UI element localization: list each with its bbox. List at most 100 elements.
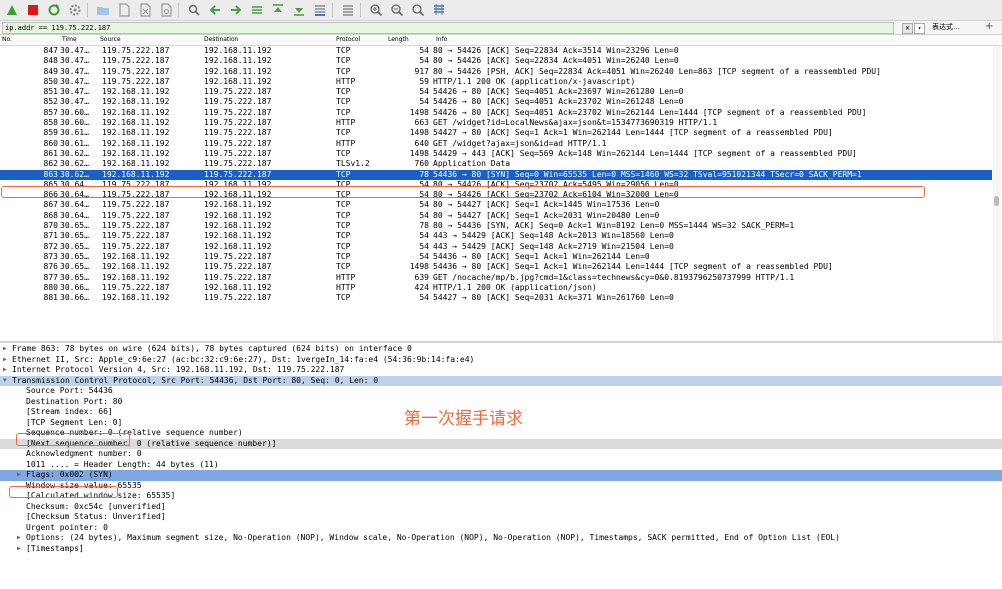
packet-list-scrollbar[interactable] — [993, 46, 1001, 341]
go-back-arrow-icon[interactable] — [206, 2, 224, 18]
packet-row[interactable]: 881 30.66… 192.168.11.192 119.75.222.187 TCP… — [0, 293, 992, 303]
detail-tree-item[interactable]: ▶ Options: (24 bytes), Maximum segment si… — [0, 533, 1002, 544]
go-last-icon[interactable] — [290, 2, 308, 18]
detail-tree-item[interactable]: [Calculated window size: 65535] — [0, 491, 1002, 502]
packet-cell-no: 872 — [43, 241, 58, 251]
packet-row[interactable]: 857 30.60… 192.168.11.192 119.75.222.187 TCP… — [0, 108, 992, 118]
packet-row[interactable]: 849 30.47… 119.75.222.187 192.168.11.192 TCP… — [0, 67, 992, 77]
packet-row[interactable]: 861 30.62… 192.168.11.192 119.75.222.187 TCP… — [0, 149, 992, 159]
scrollbar-thumb[interactable] — [994, 196, 999, 206]
detail-tree-item[interactable]: [Next sequence number: 0 (relative seque… — [0, 438, 1002, 449]
close-file-icon[interactable] — [136, 2, 154, 18]
packet-row[interactable]: 859 30.61… 192.168.11.192 119.75.222.187 TCP… — [0, 128, 992, 138]
expand-triangle-icon[interactable]: ▶ — [3, 344, 7, 355]
packet-row[interactable]: 880 30.66… 119.75.222.187 192.168.11.192 HTT… — [0, 283, 992, 293]
packet-row[interactable]: 876 30.65… 192.168.11.192 119.75.222.187 TCP… — [0, 262, 992, 272]
expression-button[interactable]: 表达式… — [932, 22, 960, 33]
detail-tree-item[interactable]: ▶ [Timestamps] — [0, 544, 1002, 555]
find-magnifier-icon[interactable] — [185, 2, 203, 18]
clear-filter-icon[interactable]: ✕ — [902, 23, 913, 34]
packet-row[interactable]: 877 30.65… 192.168.11.192 119.75.222.187 HTT… — [0, 273, 992, 283]
detail-tree-item[interactable]: Urgent pointer: 0 — [0, 523, 1002, 534]
packet-cell-info: 54436 → 80 [ACK] Seq=1 Ack=1 Win=262144 … — [433, 251, 650, 261]
zoom-out-icon[interactable] — [388, 2, 406, 18]
column-header-source[interactable]: Source — [100, 35, 121, 45]
packet-cell-src: 119.75.222.187 — [102, 221, 170, 231]
detail-tree-item-label: [TCP Segment Len: 0] — [26, 417, 123, 427]
packet-cell-len: 1498 — [409, 148, 429, 158]
packet-row[interactable]: 871 30.65… 119.75.222.187 192.168.11.192 TCP… — [0, 231, 992, 241]
packet-cell-time: 30.64… — [60, 190, 89, 200]
packet-cell-len: 54 — [419, 179, 429, 189]
save-file-icon[interactable] — [115, 2, 133, 18]
expand-triangle-icon[interactable]: ▶ — [17, 533, 21, 544]
shark-fin-start-icon[interactable] — [3, 2, 21, 18]
packet-row[interactable]: 867 30.64… 119.75.222.187 192.168.11.192 TCP… — [0, 200, 992, 210]
reload-icon[interactable] — [157, 2, 175, 18]
toolbar-separator — [332, 3, 333, 17]
packet-row[interactable]: 847 30.47… 119.75.222.187 192.168.11.192 TCP… — [0, 46, 992, 56]
packet-row[interactable]: 866 30.64… 119.75.222.187 192.168.11.192 TCP… — [0, 190, 992, 200]
column-header-protocol[interactable]: Protocol — [336, 35, 360, 45]
expand-triangle-icon[interactable]: ▶ — [17, 470, 21, 481]
zoom-reset-icon[interactable] — [409, 2, 427, 18]
packet-cell-time: 30.66… — [60, 293, 89, 303]
detail-tree-item[interactable]: ▼ Transmission Control Protocol, Src Port… — [0, 375, 1002, 387]
collapse-triangle-icon[interactable]: ▼ — [3, 376, 7, 387]
packet-row[interactable]: 873 30.65… 192.168.11.192 119.75.222.187 TCP… — [0, 252, 992, 262]
packet-cell-len: 54 — [419, 46, 429, 55]
zoom-in-icon[interactable] — [367, 2, 385, 18]
detail-tree-item[interactable]: ▶ Frame 863: 78 bytes on wire (624 bits),… — [0, 344, 1002, 355]
column-header-no[interactable]: No. — [2, 35, 12, 45]
packet-row[interactable]: 852 30.47… 192.168.11.192 119.75.222.187 TCP… — [0, 97, 992, 107]
detail-tree-item[interactable]: ▶ Ethernet II, Src: Apple_c9:6e:27 (ac:bc… — [0, 355, 1002, 366]
packet-row[interactable]: 850 30.47… 119.75.222.187 192.168.11.192 HTT… — [0, 77, 992, 87]
packet-row-selected[interactable]: 863 30.62… 192.168.11.192 119.75.222.187 TCP… — [0, 169, 992, 180]
packet-row[interactable]: 870 30.65… 119.75.222.187 192.168.11.192 TCP… — [0, 221, 992, 231]
packet-cell-proto: TCP — [336, 46, 351, 55]
expand-triangle-icon[interactable]: ▶ — [17, 544, 21, 555]
expand-triangle-icon[interactable]: ▶ — [3, 355, 7, 366]
packet-row[interactable]: 868 30.64… 119.75.222.187 192.168.11.192 TCP… — [0, 211, 992, 221]
detail-tree-item[interactable]: Source Port: 54436 — [0, 386, 1002, 397]
packet-cell-dst: 192.168.11.192 — [204, 241, 272, 251]
detail-tree-item[interactable]: Window size value: 65535 — [0, 481, 1002, 492]
column-header-time[interactable]: Time — [62, 35, 77, 45]
packet-row[interactable]: 862 30.62… 192.168.11.192 119.75.222.187 TLS… — [0, 159, 992, 169]
packet-row[interactable]: 872 30.65… 119.75.222.187 192.168.11.192 TCP… — [0, 242, 992, 252]
autoscroll-icon[interactable] — [311, 2, 329, 18]
display-filter-input[interactable]: ip.addr == 119.75.222.187 — [2, 22, 894, 34]
packet-cell-info: 80 → 54426 [ACK] Seq=22834 Ack=4051 Win=… — [433, 56, 679, 66]
go-to-packet-icon[interactable] — [248, 2, 266, 18]
packet-row[interactable]: 851 30.47… 192.168.11.192 119.75.222.187 TCP… — [0, 87, 992, 97]
go-forward-arrow-icon[interactable] — [227, 2, 245, 18]
filter-history-dropdown-icon[interactable]: ▾ — [914, 23, 925, 34]
expand-triangle-icon[interactable]: ▶ — [3, 365, 7, 376]
detail-tree-item[interactable]: [Checksum Status: Unverified] — [0, 512, 1002, 523]
column-header-length[interactable]: Length — [388, 35, 409, 45]
restart-icon[interactable] — [45, 2, 63, 18]
packet-cell-no: 873 — [43, 251, 58, 261]
column-header-info[interactable]: Info — [436, 35, 447, 45]
add-filter-button[interactable]: + — [985, 21, 993, 33]
go-first-icon[interactable] — [269, 2, 287, 18]
colorize-icon[interactable] — [339, 2, 357, 18]
detail-tree-item[interactable]: ▶ Internet Protocol Version 4, Src: 192.1… — [0, 365, 1002, 376]
packet-row[interactable]: 858 30.60… 192.168.11.192 119.75.222.187 HTT… — [0, 118, 992, 128]
detail-tree-item[interactable]: ▶ Flags: 0x002 (SYN) — [0, 470, 1002, 481]
packet-cell-len: 54 — [419, 293, 429, 303]
detail-tree-item[interactable]: Sequence number: 0 (relative sequence nu… — [0, 428, 1002, 439]
capture-options-gear-icon[interactable] — [66, 2, 84, 18]
packet-row[interactable]: 860 30.61… 192.168.11.192 119.75.222.187 HTT… — [0, 139, 992, 149]
detail-tree-item[interactable]: Checksum: 0xc54c [unverified] — [0, 502, 1002, 513]
packet-row[interactable]: 848 30.47… 119.75.222.187 192.168.11.192 TCP… — [0, 56, 992, 66]
stop-square-icon[interactable] — [24, 2, 42, 18]
open-folder-icon[interactable] — [94, 2, 112, 18]
resize-columns-icon[interactable] — [430, 2, 448, 18]
detail-tree-item[interactable]: 1011 .... = Header Length: 44 bytes (11) — [0, 460, 1002, 471]
packet-row[interactable]: 865 30.64… 119.75.222.187 192.168.11.192 TCP… — [0, 180, 992, 190]
pane-divider[interactable] — [0, 341, 1002, 343]
detail-tree-item[interactable]: Acknowledgment number: 0 — [0, 449, 1002, 460]
column-header-destination[interactable]: Destination — [204, 35, 238, 45]
packet-cell-src: 192.168.11.192 — [102, 169, 170, 179]
